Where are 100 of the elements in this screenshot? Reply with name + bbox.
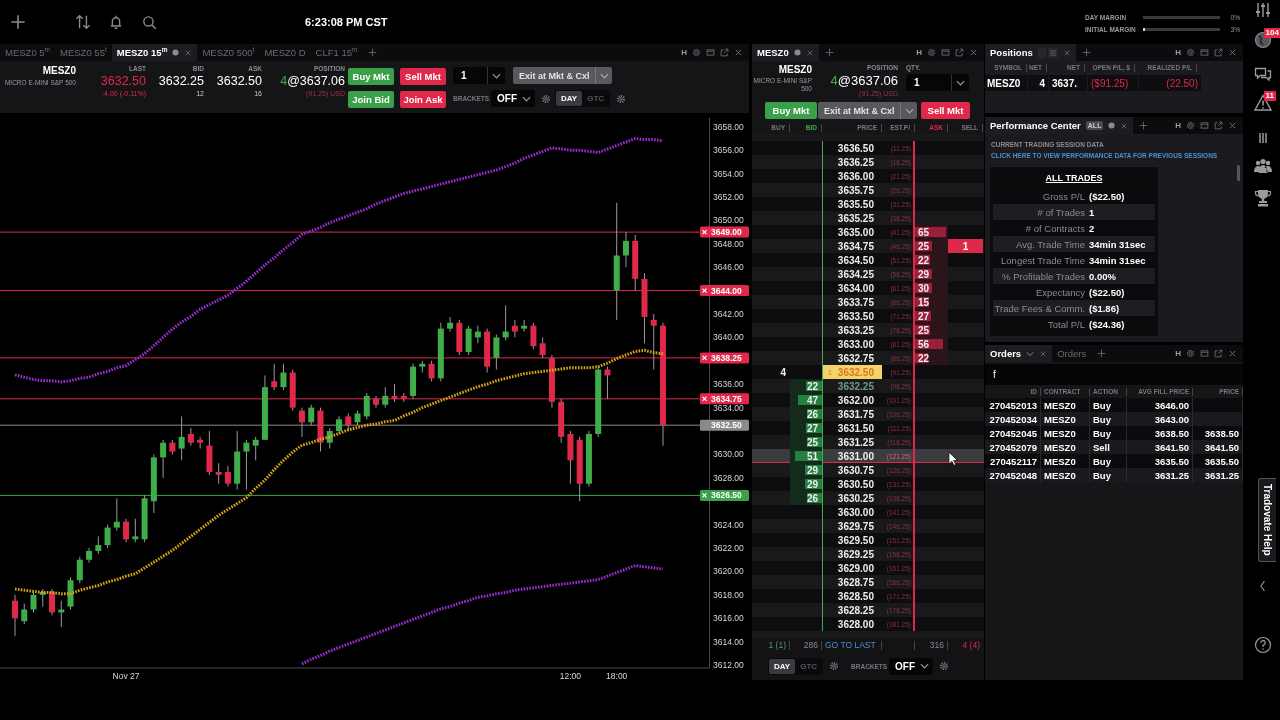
close-icon[interactable] [1039, 349, 1048, 358]
price-level[interactable]: 3631.50 [837, 422, 874, 434]
settings-icon[interactable] [692, 48, 701, 57]
sort-arrows-icon[interactable] [75, 14, 91, 30]
panel-tab[interactable]: Positions [985, 44, 1076, 61]
close-icon[interactable] [1062, 48, 1071, 57]
go-to-last-link[interactable]: GO TO LAST [825, 640, 876, 650]
duration-option[interactable]: DAY [769, 658, 796, 674]
plus-icon[interactable] [1097, 349, 1107, 358]
header-toggle-button[interactable]: H [1175, 48, 1181, 57]
help-tab[interactable]: Tradovate Help [1257, 478, 1276, 562]
price-level[interactable]: 3633.50 [837, 310, 874, 322]
panel-tab[interactable]: Orders [985, 345, 1053, 362]
close-icon[interactable] [184, 48, 193, 57]
bell-icon[interactable] [108, 14, 124, 30]
window-icon[interactable] [706, 48, 715, 57]
window-icon[interactable] [1200, 349, 1209, 358]
price-level[interactable]: 3629.25 [837, 548, 874, 560]
price-level[interactable]: 3631.25 [837, 436, 874, 448]
sell-button[interactable]: Join Ask [400, 91, 446, 108]
header-toggle-button[interactable]: H [1175, 121, 1181, 130]
search-icon[interactable] [142, 14, 157, 30]
close-icon[interactable] [1228, 121, 1237, 130]
window-icon[interactable] [1200, 48, 1209, 57]
window-icon[interactable] [941, 48, 950, 57]
price-level[interactable]: 3635.25 [837, 212, 874, 224]
price-level[interactable]: 3634.50 [837, 254, 874, 266]
price-level[interactable]: 3633.75 [837, 296, 874, 308]
panel-tab[interactable]: Orders [1052, 345, 1092, 362]
plus-icon[interactable] [10, 14, 26, 30]
price-level[interactable]: 3634.75 [837, 240, 874, 252]
settings-icon[interactable] [829, 661, 840, 671]
price-level[interactable]: 3636.00 [837, 170, 874, 182]
settings-icon[interactable] [927, 48, 936, 57]
sell-order[interactable]: 1 [948, 239, 983, 253]
chart-tab[interactable]: MESZ0 500$^{t}$ [197, 44, 260, 61]
plus-icon[interactable] [824, 48, 834, 57]
chart-tab[interactable]: MESZ0 D [259, 44, 311, 61]
plus-icon[interactable] [1139, 121, 1149, 130]
price-level[interactable]: 3632.00 [837, 394, 874, 406]
price-level[interactable]: 3628.25 [837, 604, 874, 616]
price-level[interactable]: 3631.00 [837, 450, 874, 462]
settings-icon[interactable] [1186, 349, 1195, 358]
caret-icon[interactable] [1026, 350, 1035, 357]
price-level[interactable]: 3629.75 [837, 520, 874, 532]
price-level[interactable]: 3629.00 [837, 562, 874, 574]
close-icon[interactable] [734, 48, 743, 57]
exit-button[interactable]: Exit at Mkt & Cxl [513, 67, 612, 84]
price-level[interactable]: 3631.75 [837, 408, 874, 420]
price-level[interactable]: 3628.00 [837, 618, 874, 630]
scrollbar[interactable] [1237, 165, 1240, 181]
close-icon[interactable] [969, 48, 978, 57]
price-level[interactable]: 3630.50 [837, 478, 874, 490]
list-icon[interactable] [1037, 47, 1058, 58]
price-level[interactable]: 3630.00 [837, 506, 874, 518]
header-toggle-button[interactable]: H [1175, 349, 1181, 358]
price-level[interactable]: 3635.75 [837, 184, 874, 196]
trophy-icon[interactable] [1252, 188, 1273, 208]
plus-icon[interactable] [368, 48, 378, 57]
settings-icon[interactable] [939, 661, 950, 671]
settings-icon[interactable] [1186, 48, 1195, 57]
price-level[interactable]: 3630.75 [837, 464, 874, 476]
brackets-select[interactable]: OFF [491, 90, 535, 107]
settings-icon[interactable] [541, 93, 551, 104]
settings-icon[interactable] [1186, 121, 1195, 130]
quantity-select[interactable]: 1 [453, 67, 505, 84]
price-level[interactable]: 3636.25 [837, 156, 874, 168]
ladder-tab[interactable]: MESZ0 [752, 44, 819, 61]
plus-icon[interactable] [1081, 48, 1091, 57]
price-level[interactable]: 3632.25 [837, 380, 874, 392]
chart-tab[interactable]: MESZ0 15$^{m}$ [111, 44, 198, 61]
popout-icon[interactable] [1214, 349, 1223, 358]
price-level[interactable]: 3629.50 [837, 534, 874, 546]
exit-button[interactable]: Exit at Mkt & Cxl [818, 102, 917, 119]
price-level[interactable]: 3634.25 [837, 268, 874, 280]
people-icon[interactable] [1252, 156, 1273, 176]
duration-option[interactable]: DAY [556, 91, 583, 106]
sell-button[interactable]: Sell Mkt [921, 102, 970, 119]
price-level[interactable]: 3633.25 [837, 324, 874, 336]
price-level[interactable]: 3634.00 [837, 282, 874, 294]
chart-tab[interactable]: MESZ0 55$^{t}$ [55, 44, 112, 61]
price-level[interactable]: 3635.50 [837, 198, 874, 210]
brackets-select[interactable]: OFF [889, 657, 934, 675]
price-level[interactable]: 3635.00 [837, 226, 874, 238]
popout-icon[interactable] [1214, 121, 1223, 130]
sell-button[interactable]: Sell Mkt [400, 68, 446, 85]
close-icon[interactable] [1228, 349, 1237, 358]
close-icon[interactable] [1228, 48, 1237, 57]
price-level[interactable]: 3636.50 [837, 142, 874, 154]
price-level[interactable]: 3630.25 [837, 492, 874, 504]
chart-tab[interactable]: MESZ0 5$^{m}$ [0, 44, 56, 61]
help-icon[interactable] [1253, 635, 1272, 654]
warning-icon[interactable] [1252, 93, 1273, 113]
price-level[interactable]: 3632.75 [837, 352, 874, 364]
close-icon[interactable] [1120, 121, 1129, 130]
popout-icon[interactable] [1214, 48, 1223, 57]
header-toggle-button[interactable]: H [916, 48, 922, 57]
window-icon[interactable] [1200, 121, 1209, 130]
settings-icon[interactable] [616, 93, 627, 104]
price-level[interactable]: 3628.75 [837, 576, 874, 588]
